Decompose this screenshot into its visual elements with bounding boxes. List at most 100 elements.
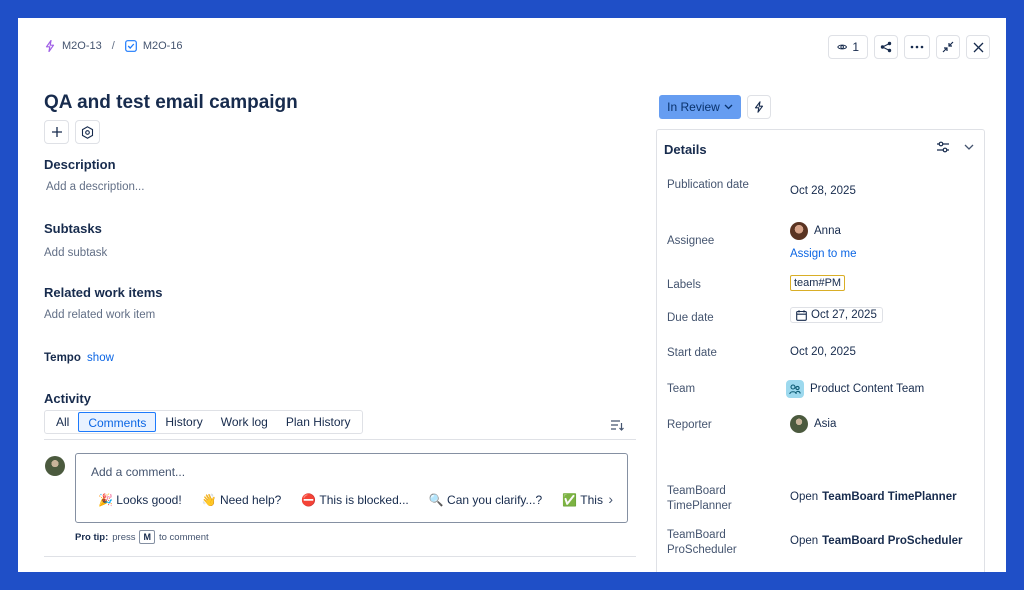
sort-icon[interactable] bbox=[610, 418, 624, 436]
start-date-label: Start date bbox=[667, 347, 717, 359]
comment-input[interactable]: Add a comment... 🎉 Looks good! 👋 Need he… bbox=[75, 453, 628, 523]
comment-placeholder: Add a comment... bbox=[91, 465, 186, 479]
activity-tabs: All Comments History Work log Plan Histo… bbox=[44, 410, 363, 434]
add-related-button[interactable]: Add related work item bbox=[44, 309, 155, 321]
protip-label: Pro tip: bbox=[75, 531, 109, 543]
breadcrumb-separator: / bbox=[111, 40, 115, 52]
team-icon bbox=[786, 380, 804, 398]
add-button[interactable] bbox=[44, 120, 69, 144]
details-controls bbox=[936, 141, 974, 153]
issue-panel: M2O-13 / M2O-16 1 QA and test email camp… bbox=[18, 18, 1006, 572]
close-button[interactable] bbox=[966, 35, 990, 59]
tempo-row: Tempo show bbox=[44, 352, 114, 364]
related-heading: Related work items bbox=[44, 285, 163, 300]
protip-suffix: to comment bbox=[158, 531, 209, 543]
tempo-show-link[interactable]: show bbox=[87, 352, 114, 364]
top-actions: 1 bbox=[828, 35, 990, 59]
breadcrumb-current-link[interactable]: M2O-16 bbox=[143, 40, 183, 52]
minimize-icon bbox=[942, 41, 954, 53]
start-date-value[interactable]: Oct 20, 2025 bbox=[790, 346, 856, 358]
issue-title[interactable]: QA and test email campaign bbox=[44, 92, 298, 114]
team-label: Team bbox=[667, 383, 696, 395]
watch-count: 1 bbox=[852, 40, 859, 54]
configure-icon[interactable] bbox=[936, 141, 950, 153]
details-heading: Details bbox=[664, 142, 707, 157]
due-date-text: Oct 27, 2025 bbox=[811, 309, 877, 321]
assign-to-me-link[interactable]: Assign to me bbox=[790, 248, 856, 260]
quick-reply-looks-good[interactable]: 🎉 Looks good! bbox=[98, 493, 182, 507]
description-heading: Description bbox=[44, 157, 116, 172]
tab-plan-history[interactable]: Plan History bbox=[277, 412, 360, 432]
labels-value[interactable]: team#PM bbox=[790, 275, 846, 291]
status-label: In Review bbox=[667, 100, 720, 114]
status-dropdown[interactable]: In Review bbox=[659, 95, 741, 119]
chevron-down-icon[interactable] bbox=[964, 144, 974, 150]
apps-button[interactable] bbox=[75, 120, 100, 144]
assignee-value[interactable]: Anna bbox=[790, 222, 841, 240]
proscheduler-link[interactable]: TeamBoard ProScheduler bbox=[822, 535, 962, 547]
chevron-right-icon[interactable]: › bbox=[608, 491, 613, 507]
reporter-value[interactable]: Asia bbox=[790, 415, 836, 433]
activity-heading: Activity bbox=[44, 391, 91, 406]
share-icon bbox=[880, 41, 892, 53]
description-field[interactable]: Add a description... bbox=[46, 181, 144, 193]
automation-button[interactable] bbox=[747, 95, 771, 119]
settings-hex-icon bbox=[81, 125, 94, 139]
more-icon bbox=[910, 45, 924, 49]
minimize-button[interactable] bbox=[936, 35, 960, 59]
close-icon bbox=[973, 42, 983, 52]
activity-divider bbox=[44, 439, 636, 440]
timeplanner-label: TeamBoard TimePlanner bbox=[667, 485, 732, 512]
label-lozenge[interactable]: team#PM bbox=[790, 275, 846, 291]
team-value[interactable]: Product Content Team bbox=[786, 380, 924, 398]
details-panel: Details Publication date Oct 28, 2025 As… bbox=[656, 129, 985, 572]
avatar-asia bbox=[790, 415, 808, 433]
quick-reply-this[interactable]: ✅ This bbox=[562, 493, 603, 507]
epic-icon bbox=[44, 40, 56, 52]
more-actions-button[interactable] bbox=[904, 35, 930, 59]
assignee-name: Anna bbox=[814, 225, 841, 237]
labels-label: Labels bbox=[667, 279, 701, 291]
tab-all[interactable]: All bbox=[47, 412, 78, 432]
task-icon bbox=[124, 40, 137, 52]
timeplanner-prefix: Open bbox=[790, 491, 819, 503]
lightning-icon bbox=[754, 101, 764, 113]
proscheduler-value[interactable]: Open TeamBoard ProScheduler bbox=[790, 535, 963, 547]
issue-toolbar bbox=[44, 120, 100, 144]
proscheduler-prefix: Open bbox=[790, 535, 819, 547]
tab-history[interactable]: History bbox=[156, 412, 211, 432]
quick-reply-need-help[interactable]: 👋 Need help? bbox=[202, 493, 282, 507]
reporter-label: Reporter bbox=[667, 419, 712, 431]
eye-icon bbox=[837, 44, 848, 50]
timeplanner-value[interactable]: Open TeamBoard TimePlanner bbox=[790, 491, 957, 503]
publication-date-value[interactable]: Oct 28, 2025 bbox=[790, 185, 856, 197]
tab-comments[interactable]: Comments bbox=[78, 412, 157, 432]
bottom-divider bbox=[44, 556, 636, 557]
avatar-anna bbox=[790, 222, 808, 240]
quick-replies: 🎉 Looks good! 👋 Need help? ⛔ This is blo… bbox=[98, 493, 603, 507]
breadcrumb: M2O-13 / M2O-16 bbox=[44, 40, 183, 52]
assignee-label: Assignee bbox=[667, 235, 715, 247]
watch-button[interactable]: 1 bbox=[828, 35, 868, 59]
reporter-name: Asia bbox=[814, 418, 837, 430]
quick-reply-blocked[interactable]: ⛔ This is blocked... bbox=[301, 493, 408, 507]
pro-tip: Pro tip: press M to comment bbox=[75, 530, 209, 544]
chevron-down-icon bbox=[724, 104, 733, 110]
tab-work-log[interactable]: Work log bbox=[212, 412, 277, 432]
protip-press: press bbox=[112, 531, 136, 543]
tempo-label: Tempo bbox=[44, 352, 81, 364]
due-date-box[interactable]: Oct 27, 2025 bbox=[790, 307, 883, 323]
due-date-label: Due date bbox=[667, 312, 714, 324]
breadcrumb-parent-link[interactable]: M2O-13 bbox=[62, 40, 102, 52]
due-date-value[interactable]: Oct 27, 2025 bbox=[790, 307, 883, 323]
current-user-avatar bbox=[45, 456, 65, 476]
subtasks-heading: Subtasks bbox=[44, 221, 102, 236]
team-name: Product Content Team bbox=[810, 383, 925, 395]
quick-reply-clarify[interactable]: 🔍 Can you clarify...? bbox=[429, 493, 542, 507]
protip-key: M bbox=[139, 530, 155, 544]
timeplanner-link[interactable]: TeamBoard TimePlanner bbox=[822, 491, 956, 503]
add-subtask-button[interactable]: Add subtask bbox=[44, 247, 107, 259]
share-button[interactable] bbox=[874, 35, 898, 59]
proscheduler-label: TeamBoard ProScheduler bbox=[667, 529, 737, 556]
publication-date-label: Publication date bbox=[667, 179, 749, 191]
